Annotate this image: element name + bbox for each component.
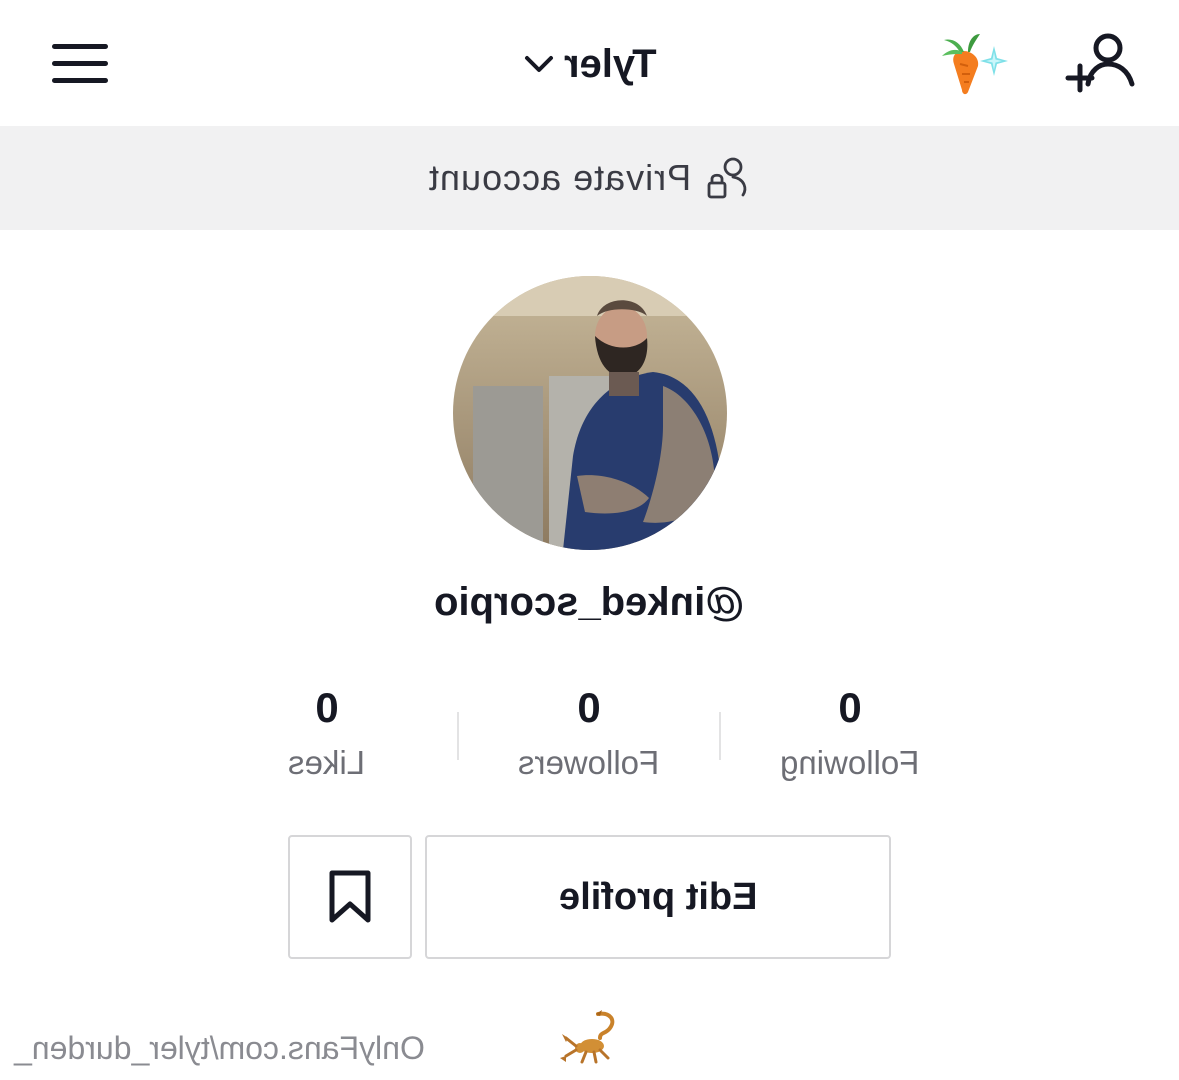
bookmark-button[interactable]	[288, 835, 412, 959]
top-bar: Tyler	[0, 0, 1179, 126]
chevron-down-icon	[524, 56, 553, 72]
private-account-label: Private account	[427, 157, 692, 198]
edit-profile-label: Edit profile	[558, 875, 758, 918]
stat-followers[interactable]: 0 Followers	[469, 684, 709, 782]
account-title: Tyler	[563, 41, 657, 86]
stat-divider	[719, 712, 721, 760]
account-switcher[interactable]: Tyler	[500, 36, 680, 92]
lock-user-icon	[707, 157, 747, 199]
stat-divider	[457, 712, 459, 760]
private-account-banner: Private account	[0, 126, 1179, 230]
add-user-icon[interactable]	[1064, 30, 1136, 96]
stat-likes-label: Likes	[288, 744, 366, 781]
carrot-sparkle-icon[interactable]	[938, 30, 1010, 96]
edit-profile-button[interactable]: Edit profile	[425, 835, 891, 959]
stat-followers-value: 0	[577, 684, 601, 731]
bio-link[interactable]: OnlyFans.com/tyler_durden_	[14, 1030, 425, 1067]
stat-following[interactable]: 0 Following	[730, 684, 970, 782]
profile-page: Tyler Private account @inked_scorpio 0 F…	[0, 0, 1179, 1080]
stat-following-label: Following	[780, 744, 920, 781]
scorpion-icon	[560, 1010, 615, 1064]
avatar[interactable]	[453, 276, 727, 550]
stat-following-value: 0	[838, 684, 862, 731]
hamburger-menu-icon[interactable]	[52, 40, 108, 86]
avatar-photo	[453, 276, 727, 550]
bookmark-icon	[329, 870, 371, 923]
stat-likes-value: 0	[315, 684, 339, 731]
username: @inked_scorpio	[434, 580, 745, 624]
stat-likes[interactable]: 0 Likes	[207, 684, 447, 782]
stat-followers-label: Followers	[518, 744, 660, 781]
